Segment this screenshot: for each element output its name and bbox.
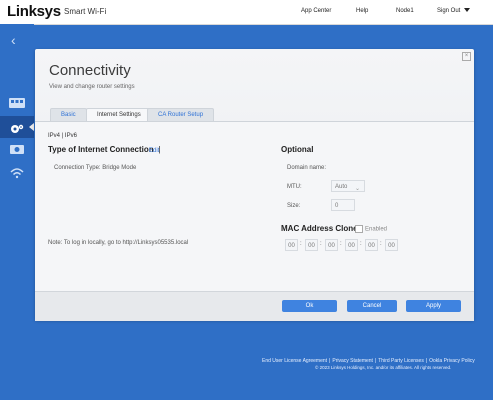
tab-internet-settings[interactable]: Internet Settings: [86, 108, 152, 122]
privacy-link[interactable]: Privacy Statement: [332, 358, 373, 364]
mac-separator: :: [380, 241, 382, 247]
mac-clone-enabled-toggle[interactable]: Enabled: [355, 225, 387, 233]
domain-name-label: Domain name:: [287, 165, 327, 171]
back-arrow-icon[interactable]: ‹: [11, 32, 16, 48]
wifi-icon[interactable]: [8, 166, 26, 180]
size-label: Size:: [287, 203, 301, 209]
ookla-link[interactable]: Ookla Privacy Policy: [429, 358, 475, 364]
apply-button[interactable]: Apply: [406, 300, 461, 312]
dashboard-icon[interactable]: [8, 96, 26, 110]
mac-octet-1[interactable]: 00: [285, 239, 298, 251]
optional-heading: Optional: [281, 145, 314, 154]
cancel-button[interactable]: Cancel: [347, 300, 397, 312]
selection-pointer: [29, 123, 34, 131]
eula-link[interactable]: End User License Agreement: [262, 358, 327, 364]
size-input[interactable]: 0: [331, 199, 355, 211]
camera-icon[interactable]: [8, 142, 26, 156]
mtu-value: Auto: [335, 184, 348, 190]
mac-clone-heading: MAC Address Clone: [281, 224, 358, 233]
local-login-note: Note: To log in locally, go to http://Li…: [48, 240, 189, 246]
top-bar: Linksys Smart Wi-Fi App Center Help Node…: [0, 0, 493, 25]
mac-octet-5[interactable]: 00: [365, 239, 378, 251]
mac-separator: :: [360, 241, 362, 247]
side-rail: ‹: [0, 24, 34, 400]
copyright-text: © 2023 Linksys Holdings, Inc. and/or its…: [315, 365, 452, 370]
mac-octet-2[interactable]: 00: [305, 239, 318, 251]
node-name: Node1: [396, 8, 414, 14]
connection-type-heading-text: Type of Internet Connection: [48, 145, 154, 154]
footer-links: End User License Agreement | Privacy State…: [262, 358, 475, 364]
ok-button[interactable]: Ok: [282, 300, 337, 312]
third-party-link[interactable]: Third Party Licenses: [378, 358, 424, 364]
help-link[interactable]: Help: [356, 8, 368, 14]
mac-clone-checkbox[interactable]: [355, 225, 363, 233]
chevron-down-icon: ⌄: [354, 186, 360, 192]
gear-icon[interactable]: [8, 122, 26, 136]
mtu-label: MTU:: [287, 184, 302, 190]
mac-separator: :: [300, 241, 302, 247]
mtu-select[interactable]: Auto ⌄: [331, 180, 365, 192]
brand-logo[interactable]: Linksys: [7, 3, 61, 20]
link-separator: |: [425, 358, 428, 364]
tab-content: IPv4 | IPv6 Type of Internet Connection |…: [35, 121, 474, 292]
connectivity-panel: × Connectivity View and change router se…: [35, 49, 474, 321]
mac-octet-6[interactable]: 00: [385, 239, 398, 251]
app-center-link[interactable]: App Center: [301, 8, 331, 14]
ip-version-switch[interactable]: IPv4 | IPv6: [48, 133, 77, 139]
close-icon[interactable]: ×: [462, 52, 471, 61]
action-bar: Ok Cancel Apply: [35, 291, 474, 321]
sign-out-menu[interactable]: Sign Out: [437, 8, 471, 14]
mac-octet-3[interactable]: 00: [325, 239, 338, 251]
chevron-down-icon: [464, 8, 471, 13]
tab-ca-router-setup[interactable]: CA Router Setup: [147, 108, 215, 122]
connection-type-value: Connection Type: Bridge Mode: [54, 165, 137, 171]
mac-separator: :: [320, 241, 322, 247]
page-subtitle: View and change router settings: [49, 84, 135, 90]
tab-basic[interactable]: Basic: [50, 108, 87, 122]
link-separator: |: [374, 358, 377, 364]
page-title: Connectivity: [49, 62, 131, 79]
edit-link[interactable]: Edit: [149, 148, 159, 154]
product-name: Smart Wi-Fi: [64, 7, 107, 16]
sign-out-label: Sign Out: [437, 8, 461, 14]
link-separator: |: [329, 358, 331, 364]
mac-clone-enabled-label: Enabled: [365, 226, 388, 233]
mac-separator: :: [340, 241, 342, 247]
mac-octet-4[interactable]: 00: [345, 239, 358, 251]
